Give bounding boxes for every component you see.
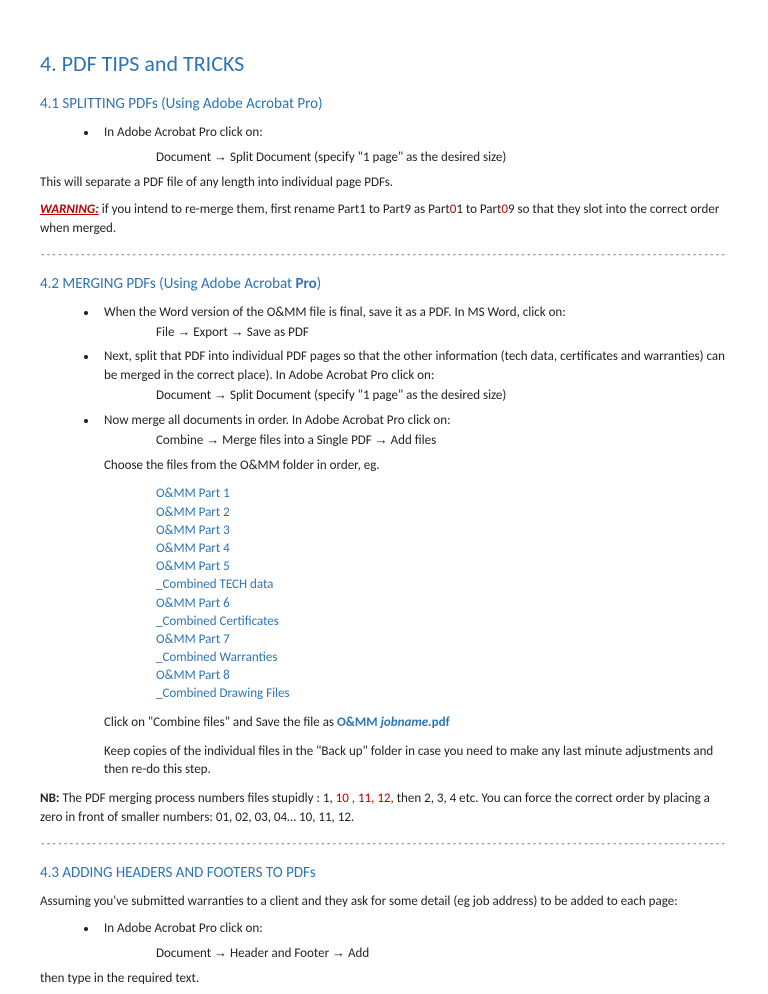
list-item: Next, split that PDF into individual PDF… (98, 348, 728, 406)
list-4-1: In Adobe Acrobat Pro click on: (98, 124, 728, 143)
file-item: O&MM Part 2 (156, 504, 728, 522)
file-item: O&MM Part 4 (156, 540, 728, 558)
paragraph: Click on "Combine files" and Save the fi… (104, 714, 728, 733)
file-list: O&MM Part 1 O&MM Part 2 O&MM Part 3 O&MM… (156, 485, 728, 703)
arrow-icon: → (332, 945, 345, 960)
page-title: 4. PDF TIPS and TRICKS (40, 48, 728, 80)
arrow-icon: → (375, 432, 388, 447)
arrow-icon: → (214, 945, 227, 960)
divider-dashes: ----------------------------------------… (40, 838, 728, 851)
list-item: When the Word version of the O&MM file i… (98, 304, 728, 343)
list-4-3: In Adobe Acrobat Pro click on: (98, 920, 728, 939)
nb-label: NB: (40, 791, 59, 806)
file-item: O&MM Part 8 (156, 667, 728, 685)
file-item: O&MM Part 1 (156, 485, 728, 503)
section-4-3-heading: 4.3 ADDING HEADERS AND FOOTERS TO PDFs (40, 863, 728, 885)
file-item: _Combined Drawing Files (156, 685, 728, 703)
list-item: In Adobe Acrobat Pro click on: (98, 124, 728, 143)
file-item: O&MM Part 6 (156, 595, 728, 613)
paragraph: This will separate a PDF file of any len… (40, 174, 728, 193)
file-item: O&MM Part 7 (156, 631, 728, 649)
menu-path: Document → Header and Footer → Add (156, 944, 728, 964)
arrow-icon: → (214, 149, 227, 164)
arrow-icon: → (206, 432, 219, 447)
list-text: Next, split that PDF into individual PDF… (104, 349, 725, 383)
menu-path: Document → Split Document (specify "1 pa… (156, 148, 728, 168)
section-4-1-heading: 4.1 SPLITTING PDFs (Using Adobe Acrobat … (40, 94, 728, 116)
menu-path: File → Export → Save as PDF (156, 323, 728, 343)
file-item: _Combined Warranties (156, 649, 728, 667)
file-item: _Combined TECH data (156, 576, 728, 594)
warning-label: WARNING: (40, 202, 99, 217)
file-item: O&MM Part 3 (156, 522, 728, 540)
menu-path: Combine → Merge files into a Single PDF … (156, 431, 728, 451)
paragraph: Assuming you've submitted warranties to … (40, 893, 728, 912)
file-item: _Combined Certificates (156, 613, 728, 631)
warning-paragraph: WARNING: if you intend to re-merge them,… (40, 201, 728, 239)
list-text: In Adobe Acrobat Pro click on: (104, 125, 263, 140)
paragraph: Keep copies of the individual files in t… (104, 743, 728, 781)
divider-dashes: ----------------------------------------… (40, 249, 728, 262)
paragraph: Choose the files from the O&MM folder in… (104, 457, 728, 476)
menu-path: Document → Split Document (specify "1 pa… (156, 386, 728, 406)
list-text: In Adobe Acrobat Pro click on: (104, 921, 263, 936)
list-text: Now merge all documents in order. In Ado… (104, 413, 451, 428)
arrow-icon: → (231, 324, 244, 339)
arrow-icon: → (214, 387, 227, 402)
file-item: O&MM Part 5 (156, 558, 728, 576)
list-text: When the Word version of the O&MM file i… (104, 305, 566, 320)
nb-paragraph: NB: The PDF merging process numbers file… (40, 790, 728, 828)
arrow-icon: → (177, 324, 190, 339)
list-4-2: When the Word version of the O&MM file i… (98, 304, 728, 451)
list-item: Now merge all documents in order. In Ado… (98, 412, 728, 451)
paragraph: then type in the required text. (40, 970, 728, 989)
list-item: In Adobe Acrobat Pro click on: (98, 920, 728, 939)
section-4-2-heading: 4.2 MERGING PDFs (Using Adobe Acrobat Pr… (40, 274, 728, 296)
